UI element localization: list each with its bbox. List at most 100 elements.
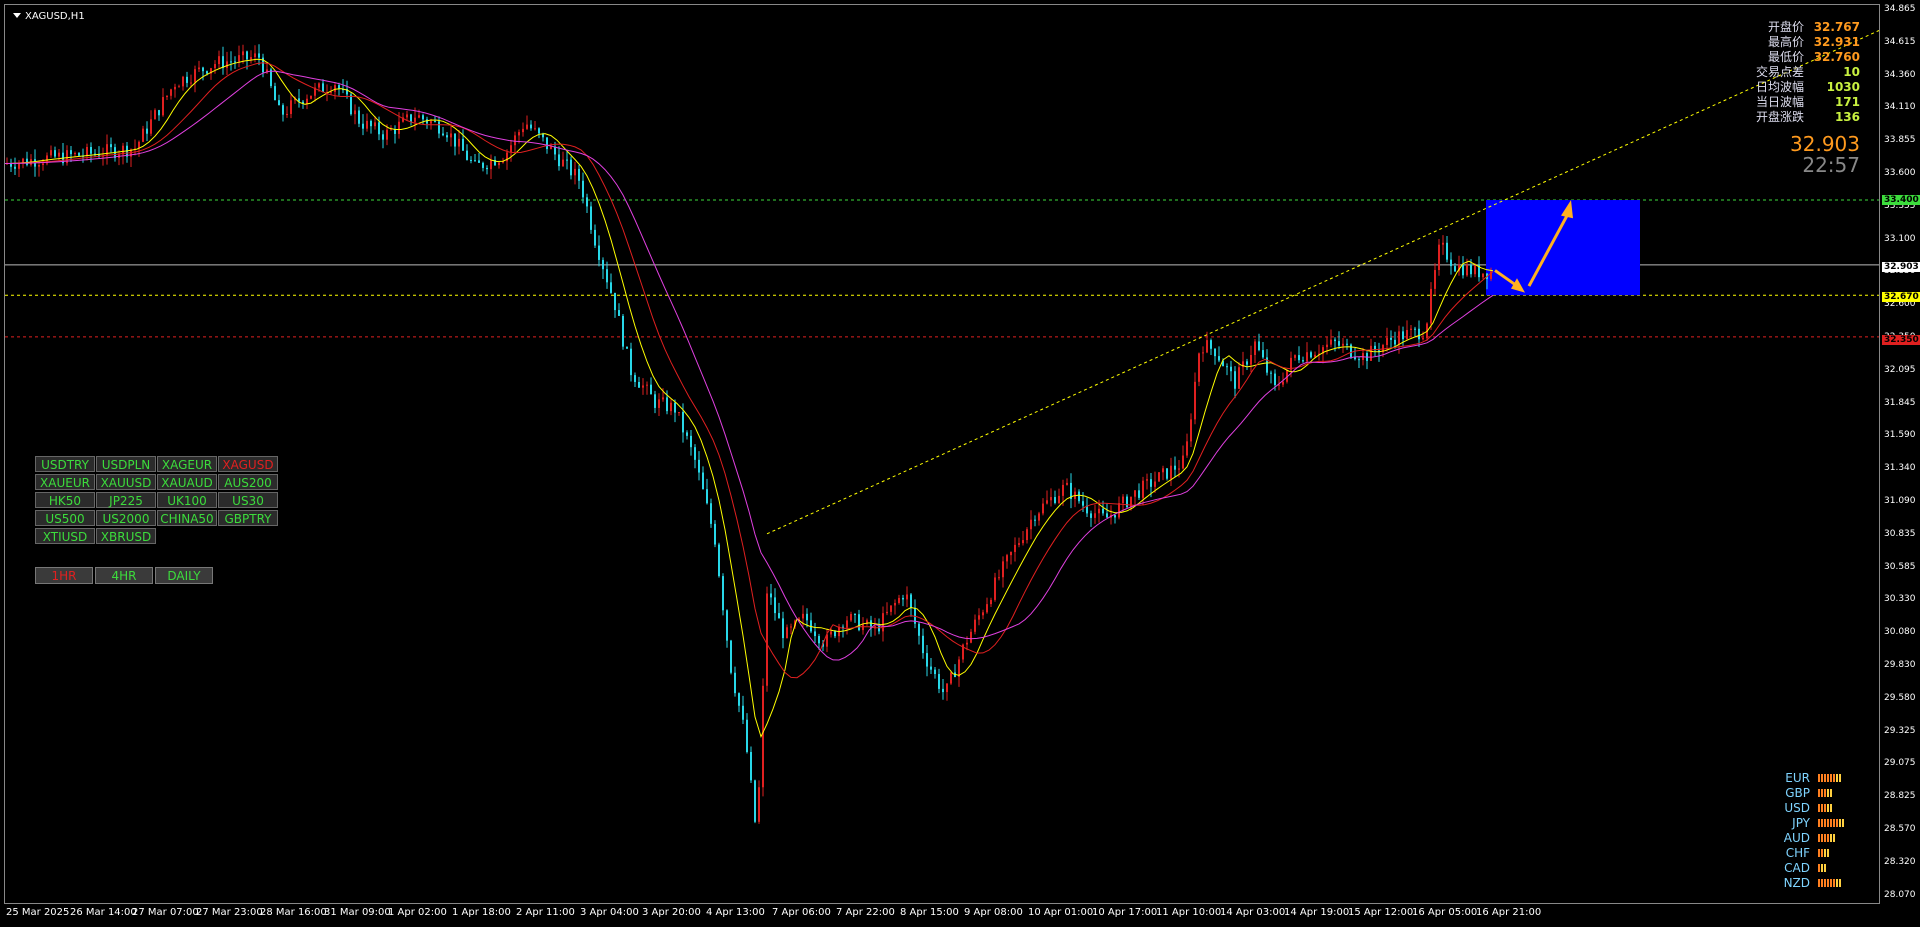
candle-body xyxy=(1046,500,1048,504)
candle-body xyxy=(534,128,536,130)
candle-body xyxy=(594,229,596,246)
ma-slow-line xyxy=(5,70,1494,661)
price-axis[interactable]: 34.865 34.615 34.360 34.110 33.855 33.600 33.3… xyxy=(1880,0,1920,927)
price-chart[interactable] xyxy=(5,5,1879,903)
candle-body xyxy=(1182,455,1184,469)
candle-body xyxy=(706,489,708,504)
current-price-tag: 32.903 xyxy=(1882,262,1920,272)
candle-body xyxy=(142,128,144,142)
symbol-button-jp225[interactable]: JP225 xyxy=(96,492,156,508)
price-tick-label: 29.325 xyxy=(1884,725,1916,736)
info-value: 32.760 xyxy=(1813,50,1860,64)
timeframe-button-4hr[interactable]: 4HR xyxy=(95,567,153,584)
candle-body xyxy=(86,147,88,156)
chart-menu-icon[interactable] xyxy=(13,13,21,18)
candle-body xyxy=(758,787,760,822)
candle-body xyxy=(1118,503,1120,518)
candle-body xyxy=(990,599,992,605)
symbol-button-usdtry[interactable]: USDTRY xyxy=(35,456,95,472)
candle-body xyxy=(1450,259,1452,267)
candle-body xyxy=(1098,508,1100,514)
candle-body xyxy=(602,259,604,270)
price-tick-label: 32.095 xyxy=(1884,364,1916,375)
symbol-button-xaueur[interactable]: XAUEUR xyxy=(35,474,95,490)
candle-body xyxy=(1134,490,1136,497)
candle-body xyxy=(830,631,832,635)
symbol-button-us30[interactable]: US30 xyxy=(218,492,278,508)
candle-body xyxy=(1054,497,1056,503)
time-tick-label: 7 Apr 22:00 xyxy=(836,907,895,918)
strength-row: JPY xyxy=(1770,816,1845,831)
candle-body xyxy=(578,168,580,181)
symbol-button-usdpln[interactable]: USDPLN xyxy=(96,456,156,472)
symbol-button-xbrusd[interactable]: XBRUSD xyxy=(96,528,156,544)
candle-body xyxy=(526,124,528,129)
candle-body xyxy=(1202,352,1204,354)
time-tick-label: 3 Apr 04:00 xyxy=(580,907,639,918)
candle-body xyxy=(58,152,60,157)
ma-fast-line xyxy=(5,58,1494,738)
candle-body xyxy=(174,86,176,90)
symbol-button-us500[interactable]: US500 xyxy=(35,510,95,526)
price-tick-label: 31.340 xyxy=(1884,463,1916,474)
candle-body xyxy=(886,611,888,614)
info-label: 最低价 xyxy=(1767,50,1804,64)
symbol-button-hk50[interactable]: HK50 xyxy=(35,492,95,508)
symbol-button-uk100[interactable]: UK100 xyxy=(157,492,217,508)
candle-body xyxy=(902,597,904,600)
candle-body xyxy=(1470,264,1472,275)
candle-body xyxy=(414,117,416,122)
currency-code: GBP xyxy=(1785,786,1810,800)
candle-body xyxy=(982,612,984,616)
candle-body xyxy=(378,122,380,135)
symbol-button-xauaud[interactable]: XAUAUD xyxy=(157,474,217,490)
time-tick-label: 28 Mar 16:00 xyxy=(260,907,327,918)
candle-body xyxy=(754,780,756,822)
candle-body xyxy=(250,57,252,60)
symbol-button-xagusd[interactable]: XAGUSD xyxy=(218,456,278,472)
info-label: 最高价 xyxy=(1767,35,1804,49)
symbol-button-xauusd[interactable]: XAUUSD xyxy=(96,474,156,490)
timeframe-button-1hr[interactable]: 1HR xyxy=(35,567,93,584)
candle-body xyxy=(1138,490,1140,498)
candle-body xyxy=(406,114,408,118)
symbol-button-us2000[interactable]: US2000 xyxy=(96,510,156,526)
candle-body xyxy=(434,121,436,123)
symbol-button-china50[interactable]: CHINA50 xyxy=(157,510,217,526)
price-tick-label: 31.845 xyxy=(1884,397,1916,408)
candle-body xyxy=(426,119,428,124)
symbol-button-xageur[interactable]: XAGEUR xyxy=(157,456,217,472)
candle-body xyxy=(878,626,880,632)
candle-body xyxy=(1282,381,1284,385)
candle-body xyxy=(1410,328,1412,330)
candle-body xyxy=(942,688,944,693)
candle-body xyxy=(742,705,744,720)
candle-body xyxy=(730,640,732,673)
candle-body xyxy=(1126,496,1128,508)
price-tick-label: 29.580 xyxy=(1884,692,1916,703)
candle-body xyxy=(1246,361,1248,365)
candle-body xyxy=(1154,481,1156,487)
candle-body xyxy=(1350,344,1352,358)
time-tick-label: 16 Apr 21:00 xyxy=(1476,907,1542,918)
candle-body xyxy=(482,162,484,168)
candle-body xyxy=(634,375,636,383)
chart-area[interactable]: XAGUSD,H1 xyxy=(4,4,1880,904)
symbol-button-aus200[interactable]: AUS200 xyxy=(218,474,278,490)
strength-row: CAD xyxy=(1770,861,1845,876)
candle-body xyxy=(802,613,804,619)
symbol-button-gbptry[interactable]: GBPTRY xyxy=(218,510,278,526)
candle-body xyxy=(1078,491,1080,502)
candle-body xyxy=(1186,441,1188,456)
candle-body xyxy=(510,145,512,153)
candle-body xyxy=(1430,288,1432,324)
timeframe-button-daily[interactable]: DAILY xyxy=(155,567,213,584)
candle-body xyxy=(1058,495,1060,503)
symbol-button-xtiusd[interactable]: XTIUSD xyxy=(35,528,95,544)
price-tick-label: 34.110 xyxy=(1884,102,1916,113)
candle-body xyxy=(354,110,356,115)
candle-body xyxy=(658,399,660,408)
candle-body xyxy=(1274,373,1276,385)
candle-body xyxy=(1342,343,1344,346)
time-tick-label: 27 Mar 23:00 xyxy=(196,907,263,918)
